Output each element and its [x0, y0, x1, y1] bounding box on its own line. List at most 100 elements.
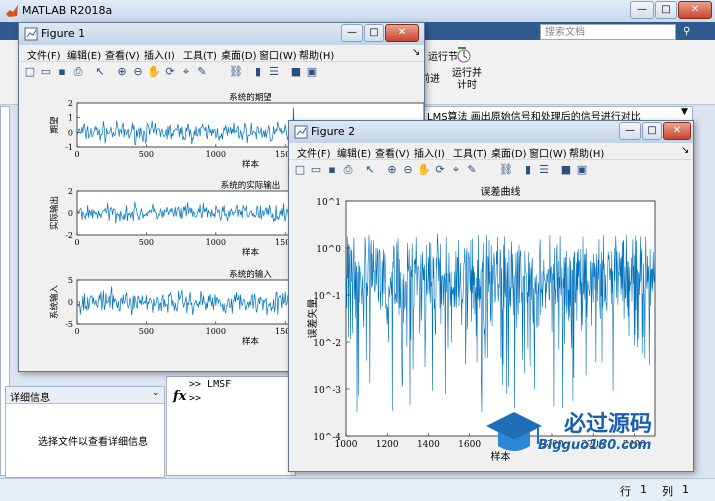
- x-tick-label: 1600: [458, 440, 481, 450]
- status-col-value: 1: [682, 483, 689, 496]
- matlab-maximize-button[interactable]: □: [655, 1, 677, 19]
- y-tick-label: -2: [65, 231, 73, 240]
- menu-item-0[interactable]: 文件(F): [297, 145, 331, 160]
- figure1-maximize-button[interactable]: □: [364, 24, 384, 42]
- pan-icon[interactable]: ✋: [147, 65, 161, 79]
- status-row-value: 1: [640, 483, 647, 496]
- dock-arrow-icon[interactable]: ↘: [681, 145, 689, 156]
- x-tick-label: 0: [74, 327, 79, 336]
- figure1-title: Figure 1: [41, 27, 86, 40]
- legend-icon[interactable]: ☰: [267, 65, 281, 79]
- figure2-maximize-button[interactable]: □: [642, 122, 662, 140]
- colorbar-icon[interactable]: ▮: [251, 65, 265, 79]
- print-icon[interactable]: ⎙: [71, 65, 85, 79]
- show-plot-tools-icon[interactable]: ▣: [305, 65, 319, 79]
- print-icon[interactable]: ⎙: [341, 163, 355, 177]
- menu-item-3[interactable]: 插入(I): [144, 47, 175, 62]
- link-icon[interactable]: ⛓: [499, 163, 513, 177]
- matlab-close-button[interactable]: ✕: [678, 1, 712, 19]
- watermark-logo: 必过源码 Bigguo180.com: [480, 404, 700, 470]
- figure2-close-button[interactable]: ✕: [663, 122, 691, 140]
- y-tick-label: 0: [68, 298, 73, 307]
- ribbon-run-and-time-button[interactable]: 运行并 计时: [452, 68, 482, 92]
- arrow-icon[interactable]: ↖: [363, 163, 377, 177]
- rotate-icon[interactable]: ⟳: [163, 65, 177, 79]
- details-empty-message: 选择文件以查看详细信息: [38, 437, 148, 448]
- y-tick-label: -5: [65, 320, 73, 329]
- chevron-down-icon[interactable]: ⌄: [152, 388, 160, 398]
- menu-item-7[interactable]: 帮助(H): [299, 47, 334, 62]
- data-cursor-icon[interactable]: ⌖: [449, 163, 463, 177]
- menu-item-5[interactable]: 桌面(D): [221, 47, 257, 62]
- open-file-icon[interactable]: ▭: [309, 163, 323, 177]
- figure-icon: [294, 125, 308, 139]
- new-figure-icon[interactable]: □: [293, 163, 307, 177]
- figure1-minimize-button[interactable]: —: [341, 24, 363, 42]
- y-tick-label: -1: [65, 143, 73, 152]
- command-window[interactable]: >> LMSF fx >>: [166, 376, 296, 476]
- figure2-minimize-button[interactable]: —: [619, 122, 641, 140]
- x-axis-label: 样本: [242, 159, 260, 170]
- menu-item-4[interactable]: 工具(T): [453, 145, 487, 160]
- colorbar-icon[interactable]: ▮: [521, 163, 535, 177]
- status-row-label: 行: [620, 485, 631, 498]
- figure1-toolbar: □ ▭ ▪ ⎙ ↖ ⊕ ⊖ ✋ ⟳ ⌖ ✎ ⛓ ▮ ☰ ■ ▣: [19, 61, 424, 85]
- chevron-down-icon[interactable]: ▼: [681, 107, 688, 117]
- zoom-out-icon[interactable]: ⊖: [131, 65, 145, 79]
- details-header-label: 详细信息: [10, 393, 50, 404]
- menu-item-2[interactable]: 查看(V): [375, 145, 410, 160]
- fx-icon[interactable]: fx: [173, 389, 186, 404]
- y-tick-label: 10^-2: [313, 339, 341, 349]
- hide-plot-tools-icon[interactable]: ■: [289, 65, 303, 79]
- details-panel: 详细信息 ⌄ 选择文件以查看详细信息: [5, 386, 165, 478]
- figure1-close-button[interactable]: ✕: [385, 24, 419, 42]
- save-icon[interactable]: ▪: [325, 163, 339, 177]
- y-axis-label: 误差矢量: [306, 299, 319, 339]
- figure-icon: [24, 27, 38, 41]
- y-axis-label: 期望: [49, 116, 60, 134]
- menu-item-0[interactable]: 文件(F): [27, 47, 61, 62]
- y-tick-label: 2: [68, 187, 73, 196]
- menu-item-3[interactable]: 插入(I): [414, 145, 445, 160]
- menu-item-7[interactable]: 帮助(H): [569, 145, 604, 160]
- menu-item-5[interactable]: 桌面(D): [491, 145, 527, 160]
- matlab-title: MATLAB R2018a: [22, 4, 113, 17]
- show-plot-tools-icon[interactable]: ▣: [575, 163, 589, 177]
- menu-item-6[interactable]: 窗口(W): [529, 145, 567, 160]
- search-documentation-input[interactable]: 搜索文档: [540, 24, 676, 40]
- pan-icon[interactable]: ✋: [417, 163, 431, 177]
- new-figure-icon[interactable]: □: [23, 65, 37, 79]
- watermark-url: Bigguo180.com: [538, 438, 652, 453]
- menu-item-1[interactable]: 编辑(E): [337, 145, 371, 160]
- link-icon[interactable]: ⛓: [229, 65, 243, 79]
- brush-icon[interactable]: ✎: [195, 65, 209, 79]
- dock-arrow-icon[interactable]: ↘: [412, 47, 420, 58]
- matlab-minimize-button[interactable]: —: [630, 1, 654, 19]
- menu-item-4[interactable]: 工具(T): [183, 47, 217, 62]
- y-axis-label: 实际输出: [49, 196, 60, 230]
- rotate-icon[interactable]: ⟳: [433, 163, 447, 177]
- arrow-icon[interactable]: ↖: [93, 65, 107, 79]
- hide-plot-tools-icon[interactable]: ■: [559, 163, 573, 177]
- x-tick-label: 500: [139, 150, 154, 159]
- zoom-in-icon[interactable]: ⊕: [385, 163, 399, 177]
- watermark-name: 必过源码: [564, 412, 653, 437]
- y-tick-label: 2: [68, 99, 73, 108]
- y-tick-label: 10^1: [316, 198, 341, 208]
- search-icon[interactable]: ⚲: [683, 26, 690, 37]
- zoom-out-icon[interactable]: ⊖: [401, 163, 415, 177]
- open-file-icon[interactable]: ▭: [39, 65, 53, 79]
- command-prompt[interactable]: >>: [189, 393, 201, 404]
- menu-item-6[interactable]: 窗口(W): [259, 47, 297, 62]
- menu-item-2[interactable]: 查看(V): [105, 47, 140, 62]
- data-cursor-icon[interactable]: ⌖: [179, 65, 193, 79]
- save-icon[interactable]: ▪: [55, 65, 69, 79]
- menu-item-1[interactable]: 编辑(E): [67, 47, 101, 62]
- y-tick-label: 0: [68, 209, 73, 218]
- brush-icon[interactable]: ✎: [465, 163, 479, 177]
- legend-icon[interactable]: ☰: [537, 163, 551, 177]
- zoom-in-icon[interactable]: ⊕: [115, 65, 129, 79]
- run-and-time-icon[interactable]: [456, 46, 472, 64]
- ribbon-run-section-label[interactable]: 运行节: [428, 48, 458, 63]
- figure1-menu-bar: 文件(F) 编辑(E) 查看(V) 插入(I) 工具(T) 桌面(D) 窗口(W) 帮助(H)…: [19, 45, 424, 62]
